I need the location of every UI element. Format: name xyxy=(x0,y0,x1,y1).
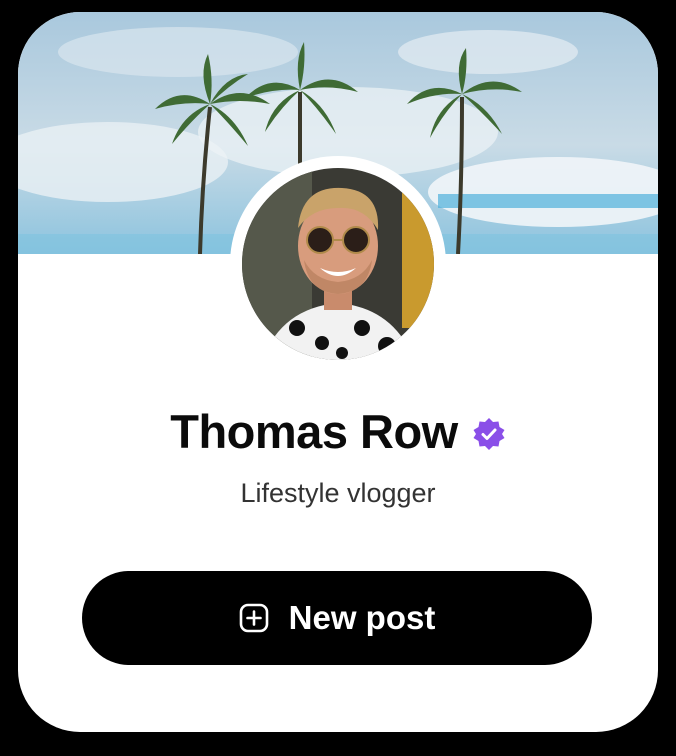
avatar-frame xyxy=(230,156,446,372)
plus-square-icon xyxy=(239,603,268,633)
avatar[interactable] xyxy=(242,168,434,360)
name-row: Thomas Row xyxy=(18,404,658,459)
profile-name: Thomas Row xyxy=(170,405,458,458)
new-post-button[interactable]: New post xyxy=(82,571,592,665)
profile-card: Thomas Row Lifestyle vlogger New post xyxy=(18,12,658,732)
profile-subtitle: Lifestyle vlogger xyxy=(240,478,436,508)
new-post-label: New post xyxy=(288,599,436,636)
verified-badge-icon xyxy=(473,417,505,450)
